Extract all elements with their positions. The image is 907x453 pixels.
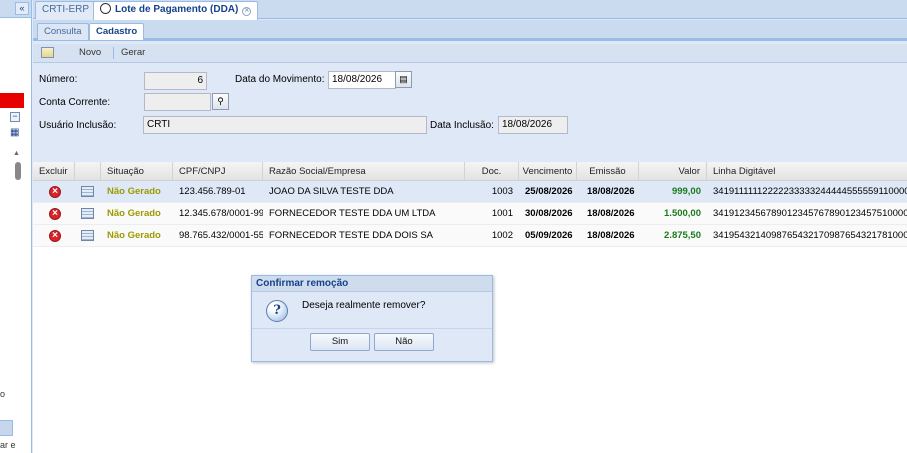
cell-cpf-cnpj: 98.765.432/0001-55 bbox=[179, 230, 263, 241]
cell-razao-social: FORNECEDOR TESTE DDA UM LTDA bbox=[269, 208, 436, 219]
tab-label: CRTI-ERP bbox=[42, 4, 90, 15]
sub-tab-bar: Consulta Cadastro bbox=[33, 20, 907, 41]
numero-label: Número: bbox=[39, 74, 78, 85]
cell-emissao: 18/08/2026 bbox=[587, 186, 635, 197]
collapse-panel-button[interactable]: « bbox=[15, 2, 29, 15]
tab-crti-erp[interactable]: CRTI-ERP bbox=[35, 1, 97, 19]
col-valor[interactable]: Valor bbox=[639, 162, 707, 181]
usuario-inclusao-field[interactable]: CRTI bbox=[143, 116, 427, 134]
cell-cpf-cnpj: 12.345.678/0001-99 bbox=[179, 208, 263, 219]
question-icon: ? bbox=[266, 300, 288, 322]
left-panel-header: « bbox=[0, 0, 31, 18]
table-row[interactable]: Não Gerado 123.456.789-01 JOAO DA SILVA … bbox=[33, 181, 907, 203]
col-emissao[interactable]: Emissão bbox=[577, 162, 639, 181]
conta-corrente-field[interactable] bbox=[144, 93, 211, 111]
tab-label: Cadastro bbox=[96, 26, 138, 37]
dialog-title[interactable]: Confirmar remoção bbox=[252, 276, 492, 292]
numero-field[interactable]: 6 bbox=[144, 72, 207, 90]
col-detail[interactable] bbox=[75, 162, 101, 181]
cell-vencimento: 25/08/2026 bbox=[525, 186, 573, 197]
col-excluir[interactable]: Excluir bbox=[33, 162, 75, 181]
dialog-separator bbox=[252, 328, 492, 329]
tab-cadastro[interactable]: Cadastro bbox=[89, 23, 145, 40]
cell-emissao: 18/08/2026 bbox=[587, 208, 635, 219]
cell-situacao: Não Gerado bbox=[107, 186, 161, 197]
cell-doc: 1003 bbox=[491, 186, 513, 197]
tab-consulta[interactable]: Consulta bbox=[37, 23, 89, 40]
calendar-icon[interactable]: ▤ bbox=[395, 71, 412, 88]
cell-doc: 1001 bbox=[491, 208, 513, 219]
col-linha-digitavel[interactable]: Linha Digitável bbox=[707, 162, 907, 181]
cell-vencimento: 05/09/2026 bbox=[525, 230, 573, 241]
cell-valor: 2.875,50 bbox=[664, 230, 701, 241]
delete-icon[interactable] bbox=[49, 229, 61, 243]
data-inclusao-field[interactable]: 18/08/2026 bbox=[498, 116, 568, 134]
delete-icon[interactable] bbox=[49, 207, 61, 221]
left-panel-text: o bbox=[0, 389, 6, 399]
search-icon[interactable]: ⚲ bbox=[212, 93, 229, 110]
left-panel-text: ar e bbox=[0, 440, 16, 450]
table-row[interactable]: Não Gerado 12.345.678/0001-99 FORNECEDOR… bbox=[33, 203, 907, 225]
cell-valor: 999,00 bbox=[671, 186, 701, 197]
minus-icon[interactable]: − bbox=[10, 112, 20, 122]
conta-corrente-label: Conta Corrente: bbox=[39, 97, 111, 108]
cell-linha-digitavel: 3419123456789012345767890123457510000000… bbox=[713, 208, 907, 219]
tab-label: Lote de Pagamento (DDA) bbox=[115, 4, 239, 15]
left-panel: « − ▦ ▲ o ar e bbox=[0, 0, 32, 453]
col-situacao[interactable]: Situação bbox=[101, 162, 173, 181]
cell-valor: 1.500,00 bbox=[664, 208, 701, 219]
cell-razao-social: JOAO DA SILVA TESTE DDA bbox=[269, 186, 394, 197]
yes-button[interactable]: Sim bbox=[310, 333, 370, 351]
magnifier-icon bbox=[100, 3, 111, 14]
cell-doc: 1002 bbox=[491, 230, 513, 241]
cell-situacao: Não Gerado bbox=[107, 208, 161, 219]
confirm-dialog: Confirmar remoção ? Deseja realmente rem… bbox=[251, 275, 493, 362]
form-panel: Número: 6 Data do Movimento: 18/08/2026 … bbox=[33, 64, 907, 162]
details-icon[interactable] bbox=[81, 186, 94, 197]
cell-razao-social: FORNECEDOR TESTE DDA DOIS SA bbox=[269, 230, 433, 241]
data-movimento-label: Data do Movimento: bbox=[235, 74, 325, 85]
details-icon[interactable] bbox=[81, 208, 94, 219]
no-button[interactable]: Não bbox=[374, 333, 434, 351]
toolbar-separator bbox=[113, 47, 114, 59]
table-row[interactable]: Não Gerado 98.765.432/0001-55 FORNECEDOR… bbox=[33, 225, 907, 247]
close-icon[interactable]: ✕ bbox=[242, 7, 252, 16]
top-tab-bar: CRTI-ERP Lote de Pagamento (DDA) ✕ bbox=[33, 0, 907, 20]
left-red-marker bbox=[0, 93, 24, 108]
tab-lote-pagamento[interactable]: Lote de Pagamento (DDA) ✕ bbox=[93, 1, 259, 20]
cell-cpf-cnpj: 123.456.789-01 bbox=[179, 186, 246, 197]
cell-vencimento: 30/08/2026 bbox=[525, 208, 573, 219]
tab-label: Consulta bbox=[44, 26, 82, 37]
scrollbar-thumb[interactable] bbox=[15, 162, 21, 180]
novo-button[interactable]: Novo bbox=[79, 47, 101, 59]
grid-icon[interactable]: ▦ bbox=[10, 128, 20, 138]
dialog-message: Deseja realmente remover? bbox=[302, 300, 426, 311]
new-document-icon[interactable] bbox=[41, 47, 54, 58]
left-panel-selected-item[interactable] bbox=[0, 420, 13, 436]
main-area: CRTI-ERP Lote de Pagamento (DDA) ✕ Consul… bbox=[33, 0, 907, 453]
details-icon[interactable] bbox=[81, 230, 94, 241]
toolbar: Novo Gerar bbox=[33, 44, 907, 63]
col-cpf-cnpj[interactable]: CPF/CNPJ bbox=[173, 162, 263, 181]
data-inclusao-label: Data Inclusão: bbox=[430, 120, 494, 131]
col-doc[interactable]: Doc. bbox=[465, 162, 519, 181]
usuario-inclusao-label: Usuário Inclusão: bbox=[39, 120, 117, 131]
cell-situacao: Não Gerado bbox=[107, 230, 161, 241]
delete-icon[interactable] bbox=[49, 185, 61, 199]
cell-emissao: 18/08/2026 bbox=[587, 230, 635, 241]
gerar-button[interactable]: Gerar bbox=[121, 47, 145, 59]
cell-linha-digitavel: 3419543214098765432170987654321781000000… bbox=[713, 230, 907, 241]
grid-header: Excluir Situação CPF/CNPJ Razão Social/E… bbox=[33, 162, 907, 181]
cell-linha-digitavel: 3419111111222223333324444455555911000000… bbox=[713, 186, 907, 197]
scroll-up-icon[interactable]: ▲ bbox=[13, 150, 20, 157]
col-razao-social[interactable]: Razão Social/Empresa bbox=[263, 162, 465, 181]
col-vencimento[interactable]: Vencimento bbox=[519, 162, 577, 181]
data-movimento-field[interactable]: 18/08/2026 bbox=[328, 71, 396, 89]
